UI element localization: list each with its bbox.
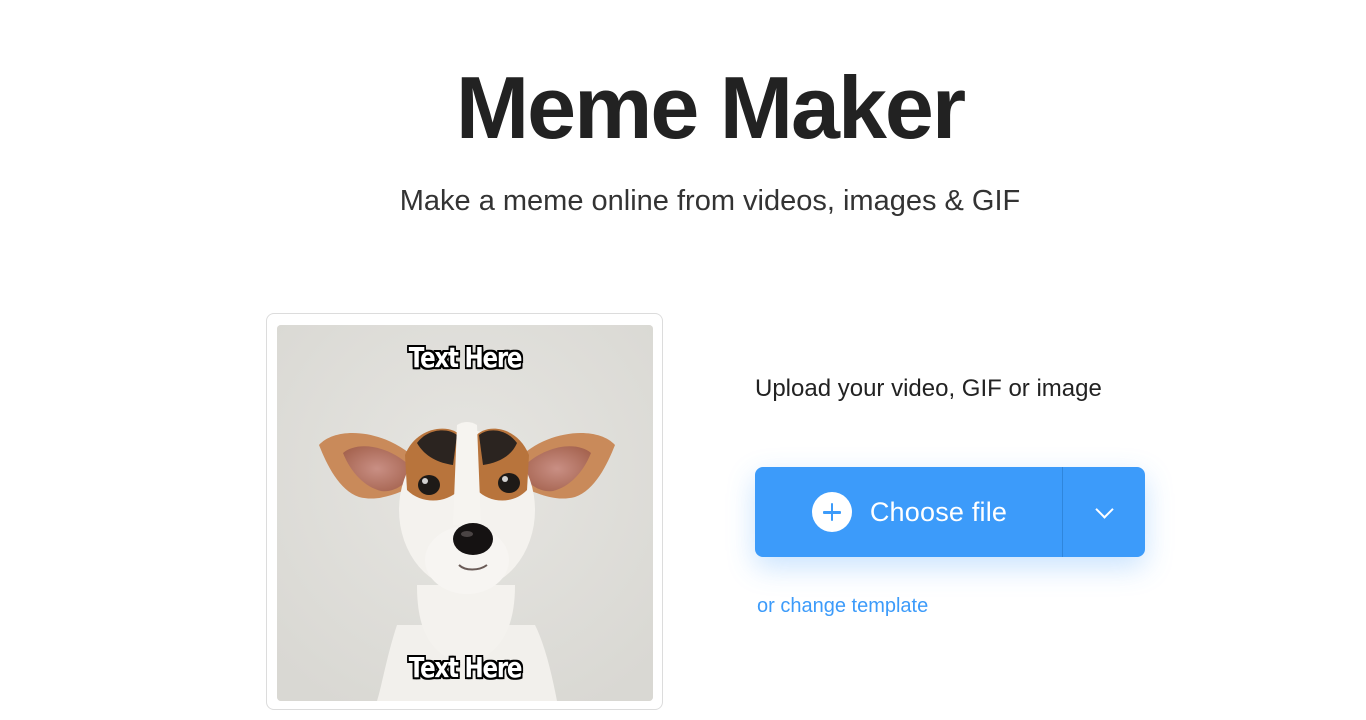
meme-preview-card: Text Here Text Here	[266, 313, 663, 710]
choose-file-label: Choose file	[869, 496, 1008, 527]
choose-file-group: Choose file	[755, 467, 1145, 557]
plus-icon	[811, 492, 852, 532]
meme-maker-page: Meme Maker Make a meme online from video…	[0, 0, 1366, 720]
choose-file-button[interactable]: Choose file	[755, 467, 1062, 557]
change-template-link[interactable]: or change template	[757, 592, 928, 620]
upload-heading: Upload your video, GIF or image	[755, 375, 1102, 402]
meme-top-text: Text Here	[408, 341, 523, 374]
meme-preview-image: Text Here Text Here	[277, 325, 653, 701]
page-title: Meme Maker	[455, 58, 966, 157]
upload-options-dropdown-button[interactable]	[1063, 467, 1145, 557]
chevron-down-icon	[1094, 499, 1114, 519]
dog-image	[277, 325, 653, 701]
meme-bottom-text: Text Here	[408, 651, 523, 684]
page-subtitle: Make a meme online from videos, images &…	[399, 185, 1021, 217]
